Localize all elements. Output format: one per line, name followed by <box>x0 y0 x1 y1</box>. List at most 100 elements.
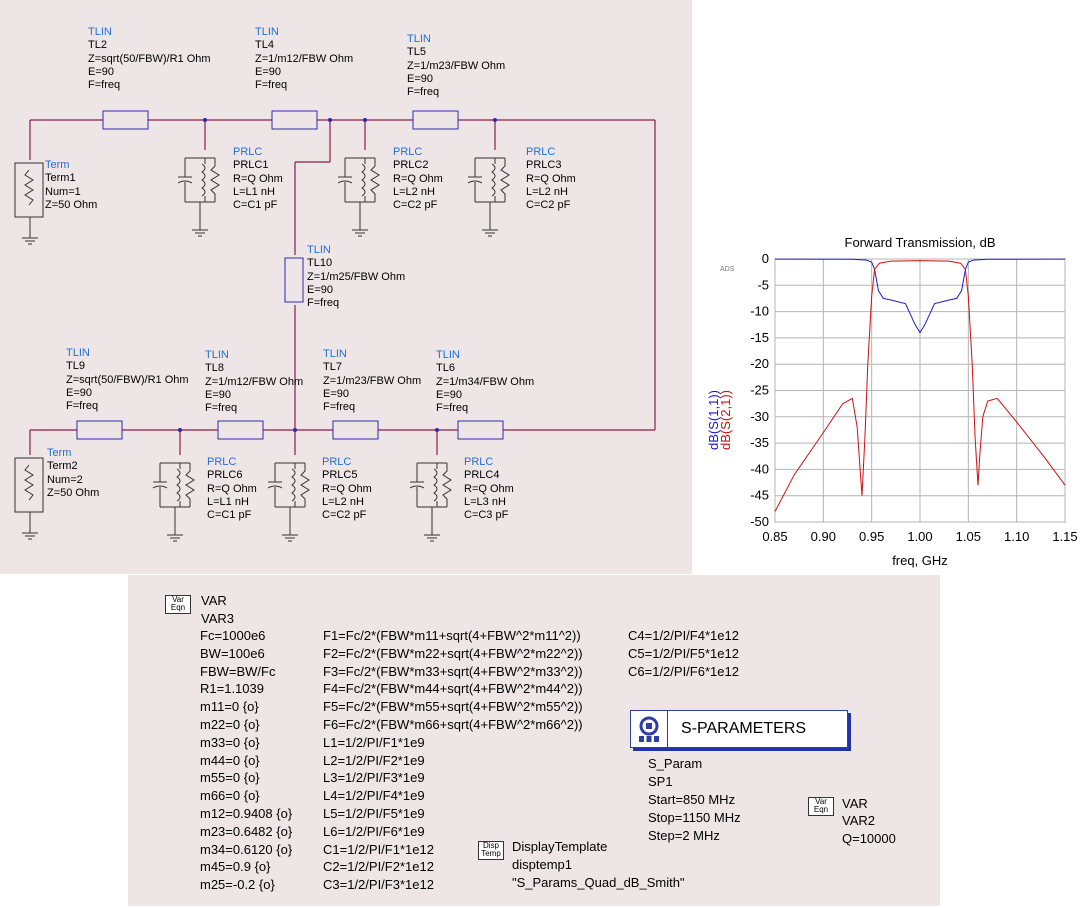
tl4-name: TL4 <box>255 39 274 52</box>
tl5-label: TLIN TL5 Z=1/m23/FBW Ohm E=90 F=freq <box>407 33 505 99</box>
equation-line: C6=1/2/PI/F6*1e12 <box>628 663 739 679</box>
prlc1-label: PRLC PRLC1 R=Q Ohm L=L1 nH C=C1 pF <box>233 146 283 212</box>
sparam-start: Start=850 MHz <box>648 792 736 807</box>
prlc4-l: L=L3 nH <box>464 495 506 508</box>
equation-line: m55=0 {o} <box>200 770 260 786</box>
display-template-name: disptemp1 <box>512 857 572 872</box>
x-tick-label: 1.15 <box>1052 529 1077 544</box>
tl10-name: TL10 <box>307 257 333 270</box>
equations-panel[interactable]: Var Eqn VAR VAR3 Fc=1000e6 BW=100e6 FBW=BW… <box>128 575 940 906</box>
equation-line: m33=0 {o} <box>200 734 260 750</box>
tl2-f: F=freq <box>88 79 121 92</box>
y-tick-label: -45 <box>750 488 769 503</box>
sparam-stop: Stop=1150 MHz <box>648 810 741 825</box>
tl4-e: E=90 <box>255 65 281 78</box>
tl5-type: TLIN <box>407 33 431 45</box>
equation-line: C5=1/2/PI/F5*1e12 <box>628 645 739 661</box>
display-template-icon[interactable]: Disp Temp <box>478 841 504 860</box>
prlc3-label: PRLC PRLC3 R=Q Ohm L=L2 nH C=C2 pF <box>526 146 576 212</box>
tl10-label: TLIN TL10 Z=1/m25/FBW Ohm E=90 F=freq <box>307 244 405 310</box>
y-axis-label-s21: dB(S(2,1)) <box>718 390 733 450</box>
equation-line: F2=Fc/2*(FBW*m22+sqrt(4+FBW^2*m22^2)) <box>323 645 583 661</box>
y-tick-label: 0 <box>762 251 769 266</box>
prlc-symbol <box>152 462 195 542</box>
tl9-z: Z=sqrt(50/FBW)/R1 Ohm <box>66 373 189 386</box>
term2-name: Term2 <box>47 460 78 473</box>
equation-line: L4=1/2/PI/F4*1e9 <box>323 788 425 804</box>
prlc6-r: R=Q Ohm <box>207 482 257 495</box>
prlc3-r: R=Q Ohm <box>526 172 576 185</box>
y-tick-label: -30 <box>750 409 769 424</box>
prlc4-label: PRLC PRLC4 R=Q Ohm L=L3 nH C=C3 pF <box>464 456 514 522</box>
equation-line: L1=1/2/PI/F1*1e9 <box>323 734 425 750</box>
tl9-e: E=90 <box>66 386 92 399</box>
term1-z: Z=50 Ohm <box>45 198 98 211</box>
tl8-z: Z=1/m12/FBW Ohm <box>205 375 304 388</box>
forward-transmission-chart[interactable]: 0.85 0.90 0.95 1.00 1.05 1.10 1.15 0 -5 -10 -15 -20… <box>700 230 1086 575</box>
tl7-e: E=90 <box>323 387 349 400</box>
y-tick-label: -15 <box>750 330 769 345</box>
prlc2-r: R=Q Ohm <box>393 172 443 185</box>
equation-line: L3=1/2/PI/F3*1e9 <box>323 770 425 786</box>
display-template-tag: DisplayTemplate <box>512 839 608 854</box>
tl5-f: F=freq <box>407 86 440 99</box>
tl4-z: Z=1/m12/FBW Ohm <box>255 52 354 65</box>
tl10-z: Z=1/m25/FBW Ohm <box>307 270 406 283</box>
y-tick-label: -25 <box>750 383 769 398</box>
equation-line: m44=0 {o} <box>200 752 260 768</box>
prlc1-r: R=Q Ohm <box>233 172 283 185</box>
equation-line: m11=0 {o} <box>200 699 259 715</box>
prlc1-type: PRLC <box>233 146 263 158</box>
equation-line: m12=0.9408 {o} <box>200 805 293 821</box>
equation-line: Fc=1000e6 <box>200 628 266 643</box>
term1-name: Term1 <box>45 172 76 185</box>
term2-z: Z=50 Ohm <box>47 486 100 499</box>
prlc5-r: R=Q Ohm <box>322 482 372 495</box>
term1-num: Num=1 <box>45 185 81 198</box>
prlc6-name: PRLC6 <box>207 469 243 482</box>
var3-tag: VAR <box>201 593 227 608</box>
ads-watermark: ADS <box>720 266 735 273</box>
tl2-name: TL2 <box>88 39 107 52</box>
term1-label: Term Term1 Num=1 Z=50 Ohm <box>45 159 97 212</box>
var3-icon[interactable]: Var Eqn <box>165 595 191 614</box>
tl8-type: TLIN <box>205 349 229 361</box>
prlc2-c: C=C2 pF <box>393 199 438 212</box>
equation-line: R1=1.1039 <box>200 681 264 697</box>
prlc-symbol <box>467 157 510 237</box>
prlc3-l: L=L2 nH <box>526 185 568 198</box>
tl6-label: TLIN TL6 Z=1/m34/FBW Ohm E=90 F=freq <box>436 349 534 415</box>
term1-type: Term <box>45 159 70 171</box>
prlc-symbol <box>177 157 220 237</box>
y-tick-label: -50 <box>750 514 769 529</box>
tl5-name: TL5 <box>407 46 426 59</box>
x-axis-label: freq, GHz <box>892 553 948 568</box>
y-tick-label: -20 <box>750 356 769 371</box>
tl6-f: F=freq <box>436 402 469 415</box>
schematic-canvas[interactable]: TLIN TL2 Z=sqrt(50/FBW)/R1 Ohm E=90 F=fr… <box>0 0 692 574</box>
display-template-value: "S_Params_Quad_dB_Smith" <box>512 875 685 890</box>
prlc5-name: PRLC5 <box>322 469 358 482</box>
prlc2-label: PRLC PRLC2 R=Q Ohm L=L2 nH C=C2 pF <box>393 146 443 212</box>
prlc6-c: C=C1 pF <box>207 509 252 522</box>
prlc5-l: L=L2 nH <box>322 495 364 508</box>
var2-icon[interactable]: Var Eqn <box>808 797 834 816</box>
prlc6-label: PRLC PRLC6 R=Q Ohm L=L1 nH C=C1 pF <box>207 456 257 522</box>
tl2-z: Z=sqrt(50/FBW)/R1 Ohm <box>88 52 211 65</box>
prlc4-c: C=C3 pF <box>464 509 509 522</box>
var2-name: VAR2 <box>842 813 875 828</box>
tl7-label: TLIN TL7 Z=1/m23/FBW Ohm E=90 F=freq <box>323 348 421 414</box>
equation-line: m66=0 {o} <box>200 788 260 804</box>
equation-line: FBW=BW/Fc <box>200 663 276 679</box>
y-tick-label: -35 <box>750 435 769 450</box>
prlc2-l: L=L2 nH <box>393 185 435 198</box>
tl6-name: TL6 <box>436 362 455 375</box>
x-tick-label: 0.90 <box>811 529 836 544</box>
tl8-e: E=90 <box>205 388 231 401</box>
s-parameters-title: S-PARAMETERS <box>681 720 807 737</box>
x-tick-label: 0.85 <box>762 529 787 544</box>
s-parameters-block[interactable]: S-PARAMETERS <box>630 710 848 748</box>
sparam-type: S_Param <box>648 756 703 771</box>
tl4-f: F=freq <box>255 79 288 92</box>
tl9-name: TL9 <box>66 360 85 373</box>
